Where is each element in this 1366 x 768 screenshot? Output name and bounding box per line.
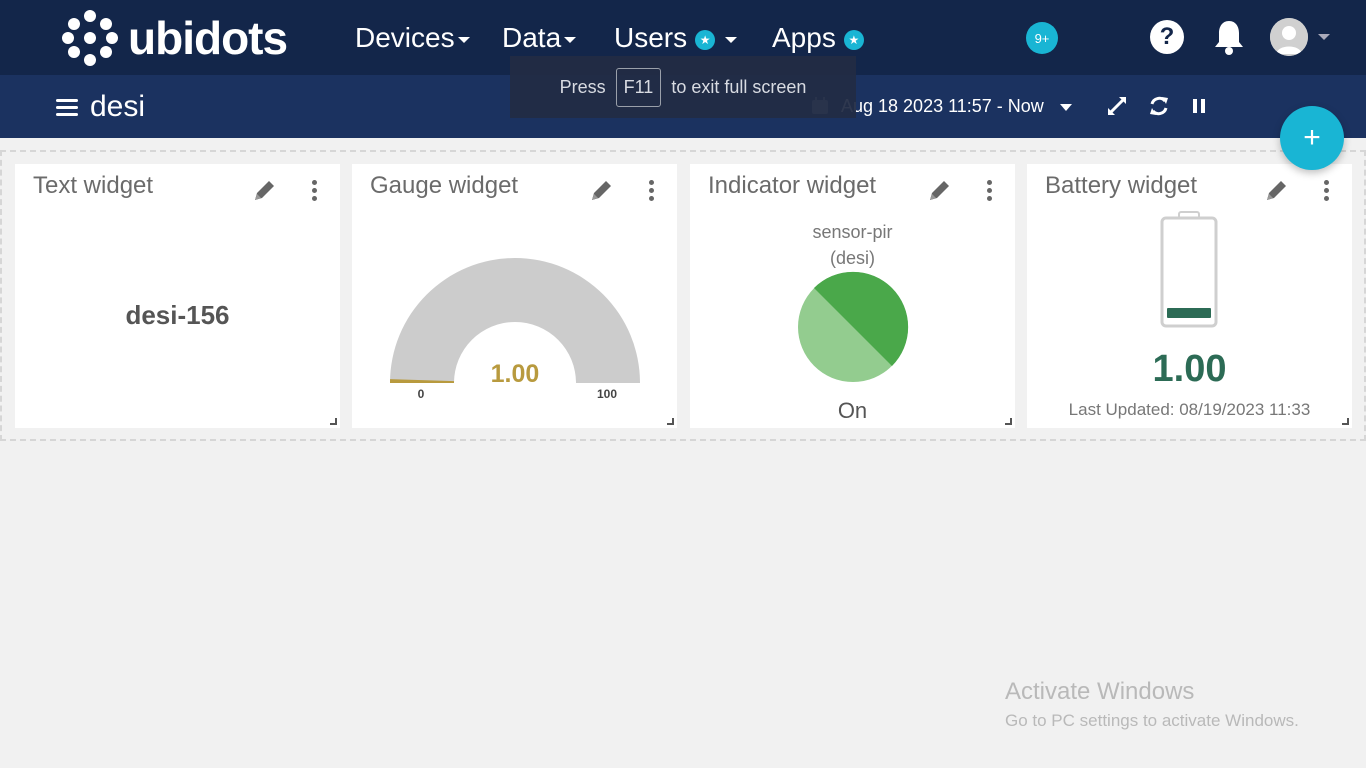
chevron-down-icon bbox=[725, 37, 738, 43]
resize-handle-icon[interactable] bbox=[1005, 418, 1012, 425]
more-options-icon[interactable] bbox=[310, 178, 318, 202]
windows-activation-title: Activate Windows bbox=[1005, 678, 1195, 705]
fullscreen-toast: Press F11 to exit full screen bbox=[510, 56, 856, 118]
star-icon: ★ bbox=[695, 30, 716, 50]
chevron-down-icon[interactable] bbox=[1060, 104, 1072, 111]
indicator-widget[interactable]: Indicator widget sensor-pir (desi) On bbox=[690, 164, 1015, 428]
battery-last-updated: Last Updated: 08/19/2023 11:33 bbox=[1068, 400, 1311, 419]
bell-icon[interactable] bbox=[1212, 18, 1246, 56]
user-avatar[interactable] bbox=[1270, 18, 1308, 56]
expand-fullscreen-icon[interactable] bbox=[1106, 95, 1128, 117]
windows-activation-subtitle: Go to PC settings to activate Windows. bbox=[1005, 711, 1299, 730]
battery-widget[interactable]: Battery widget 1.00 Last Updated: 08/19/… bbox=[1027, 164, 1352, 428]
pause-icon[interactable] bbox=[1188, 95, 1210, 117]
widget-title: Text widget bbox=[33, 172, 154, 199]
resize-handle-icon[interactable] bbox=[1342, 418, 1349, 425]
battery-value: 1.00 bbox=[1152, 348, 1227, 390]
fullscreen-toast-suffix: to exit full screen bbox=[671, 76, 807, 97]
date-range-selector[interactable]: Aug 18 2023 11:57 - Now bbox=[841, 93, 1044, 119]
ubidots-logo-icon bbox=[62, 10, 118, 66]
nav-devices[interactable]: Devices bbox=[355, 18, 470, 58]
nav-data[interactable]: Data bbox=[502, 18, 577, 58]
resize-handle-icon[interactable] bbox=[330, 418, 337, 425]
dashboard-title[interactable]: desi bbox=[90, 87, 145, 127]
hamburger-menu-icon[interactable] bbox=[56, 99, 78, 117]
nav-users-label: Users bbox=[614, 22, 688, 53]
nav-apps[interactable]: Apps ★ bbox=[772, 18, 864, 58]
gauge-value: 1.00 bbox=[491, 360, 540, 388]
gauge-min-label: 0 bbox=[418, 387, 425, 401]
text-widget-value: desi-156 bbox=[125, 300, 230, 330]
chevron-down-icon[interactable] bbox=[1318, 34, 1330, 40]
nav-users[interactable]: Users ★ bbox=[614, 18, 738, 58]
notification-count-badge[interactable]: 9+ bbox=[1026, 22, 1058, 54]
gauge-chart: 1.00 0 100 bbox=[390, 258, 640, 401]
refresh-icon[interactable] bbox=[1148, 95, 1170, 117]
add-widget-button[interactable]: + bbox=[1280, 106, 1344, 170]
nav-devices-label: Devices bbox=[355, 22, 455, 53]
fullscreen-toast-key: F11 bbox=[615, 67, 662, 107]
resize-handle-icon[interactable] bbox=[667, 418, 674, 425]
pencil-edit-icon[interactable] bbox=[251, 178, 277, 204]
indicator-state: On bbox=[837, 398, 868, 423]
gauge-max-label: 100 bbox=[597, 387, 617, 401]
indicator-device-name: (desi) bbox=[829, 248, 875, 268]
gauge-widget[interactable]: Gauge widget 1.00 0 100 bbox=[352, 164, 677, 428]
indicator-light bbox=[798, 271, 909, 382]
nav-apps-label: Apps bbox=[772, 22, 836, 53]
pencil-edit-icon[interactable] bbox=[926, 178, 952, 204]
ubidots-logo-text: ubidots bbox=[128, 12, 288, 64]
chevron-down-icon bbox=[457, 37, 470, 43]
more-options-icon[interactable] bbox=[985, 178, 993, 202]
fullscreen-toast-prefix: Press bbox=[559, 76, 606, 97]
nav-data-label: Data bbox=[502, 22, 562, 53]
battery-icon bbox=[1160, 211, 1218, 328]
widget-title: Indicator widget bbox=[708, 172, 877, 199]
star-icon: ★ bbox=[843, 30, 864, 50]
text-widget[interactable]: Text widget desi-156 bbox=[15, 164, 340, 428]
pencil-edit-icon[interactable] bbox=[1263, 178, 1289, 204]
indicator-variable-name: sensor-pir bbox=[812, 222, 893, 242]
widget-title: Battery widget bbox=[1045, 172, 1198, 199]
ubidots-logo[interactable]: ubidots bbox=[62, 10, 288, 66]
help-icon[interactable]: ? bbox=[1150, 20, 1184, 54]
chevron-down-icon bbox=[564, 37, 577, 43]
more-options-icon[interactable] bbox=[1322, 178, 1330, 202]
